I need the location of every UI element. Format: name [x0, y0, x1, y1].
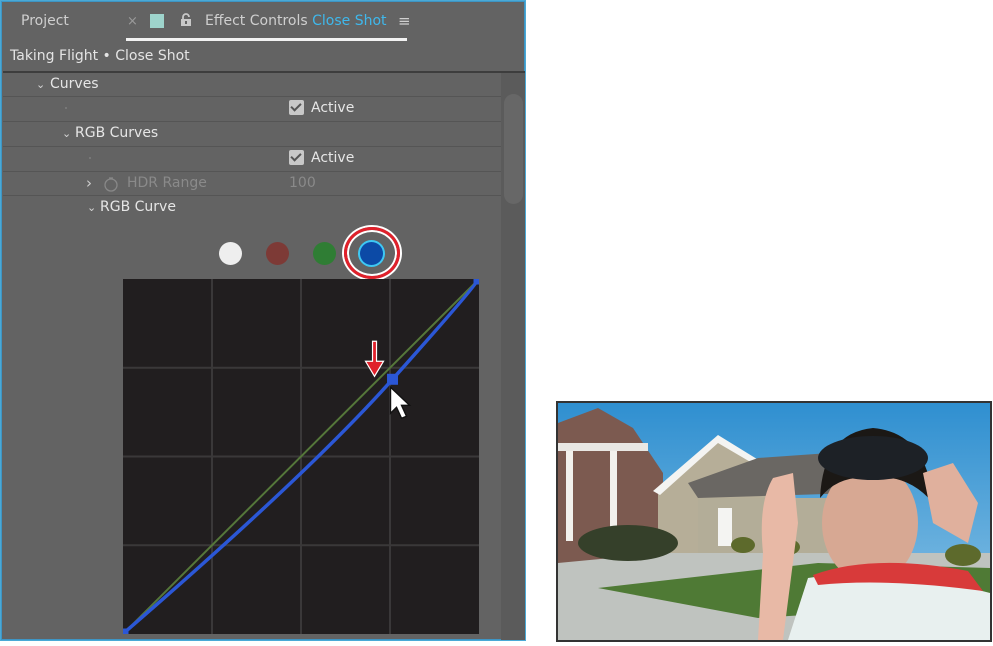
mouse-cursor-icon [389, 385, 412, 420]
row-curves-active: Active [3, 97, 501, 122]
keyframe-dot [65, 107, 67, 109]
channel-swatch-red[interactable] [266, 242, 289, 265]
tab-effect-controls-label: Effect Controls [205, 13, 308, 29]
tab-effect-controls[interactable]: Effect Controls Close Shot [205, 13, 387, 29]
row-rgb-curve[interactable]: ⌄ RGB Curve [3, 196, 501, 220]
video-frame-image [558, 403, 990, 640]
program-monitor-preview [556, 401, 992, 642]
unlock-icon[interactable] [179, 12, 193, 26]
row-curves[interactable]: ⌄ Curves [3, 73, 501, 97]
stopwatch-icon[interactable] [103, 176, 118, 192]
active-label: Active [311, 100, 355, 116]
annotation-arrow-down-icon [364, 340, 385, 378]
curve-canvas[interactable] [123, 279, 479, 634]
row-hdr-range[interactable]: › HDR Range 100 [3, 172, 501, 196]
curve-control-point[interactable] [473, 279, 480, 285]
active-tab-underline [126, 38, 407, 41]
label-color-swatch-icon[interactable] [150, 14, 164, 28]
curve-control-point[interactable] [123, 628, 129, 635]
sequence-clip-title: Taking Flight • Close Shot [10, 48, 190, 64]
scrollbar-thumb[interactable] [504, 94, 523, 204]
rgb-curve-label: RGB Curve [100, 199, 176, 215]
channel-swatch-master[interactable] [219, 242, 242, 265]
curve-control-point[interactable] [387, 373, 399, 385]
keyframe-dot [89, 157, 91, 159]
close-icon[interactable]: × [127, 14, 138, 29]
channel-swatch-green[interactable] [313, 242, 336, 265]
rgb-curves-label: RGB Curves [75, 125, 159, 141]
row-rgb-curves-active: Active [3, 147, 501, 172]
panel-menu-icon[interactable]: ≡ [398, 12, 411, 30]
chevron-down-icon[interactable]: ⌄ [62, 127, 71, 140]
active-checkbox[interactable] [289, 150, 304, 165]
active-label: Active [311, 150, 355, 166]
curves-label: Curves [50, 76, 99, 92]
hdr-range-value[interactable]: 100 [289, 175, 316, 191]
tab-project[interactable]: Project [21, 13, 69, 29]
chevron-right-icon[interactable]: › [86, 174, 92, 192]
tab-clip-name: Close Shot [312, 13, 387, 29]
annotation-highlight-circle [344, 227, 400, 279]
rgb-curve-graph[interactable] [123, 279, 479, 634]
panel-tab-bar: Project × Effect Controls Close Shot ≡ [1, 1, 525, 45]
effect-controls-panel: Project × Effect Controls Close Shot ≡ T… [0, 0, 526, 641]
hdr-range-label: HDR Range [127, 175, 207, 191]
chevron-down-icon[interactable]: ⌄ [36, 78, 45, 91]
row-rgb-curves[interactable]: ⌄ RGB Curves [3, 122, 501, 147]
active-checkbox[interactable] [289, 100, 304, 115]
chevron-down-icon[interactable]: ⌄ [87, 201, 96, 214]
